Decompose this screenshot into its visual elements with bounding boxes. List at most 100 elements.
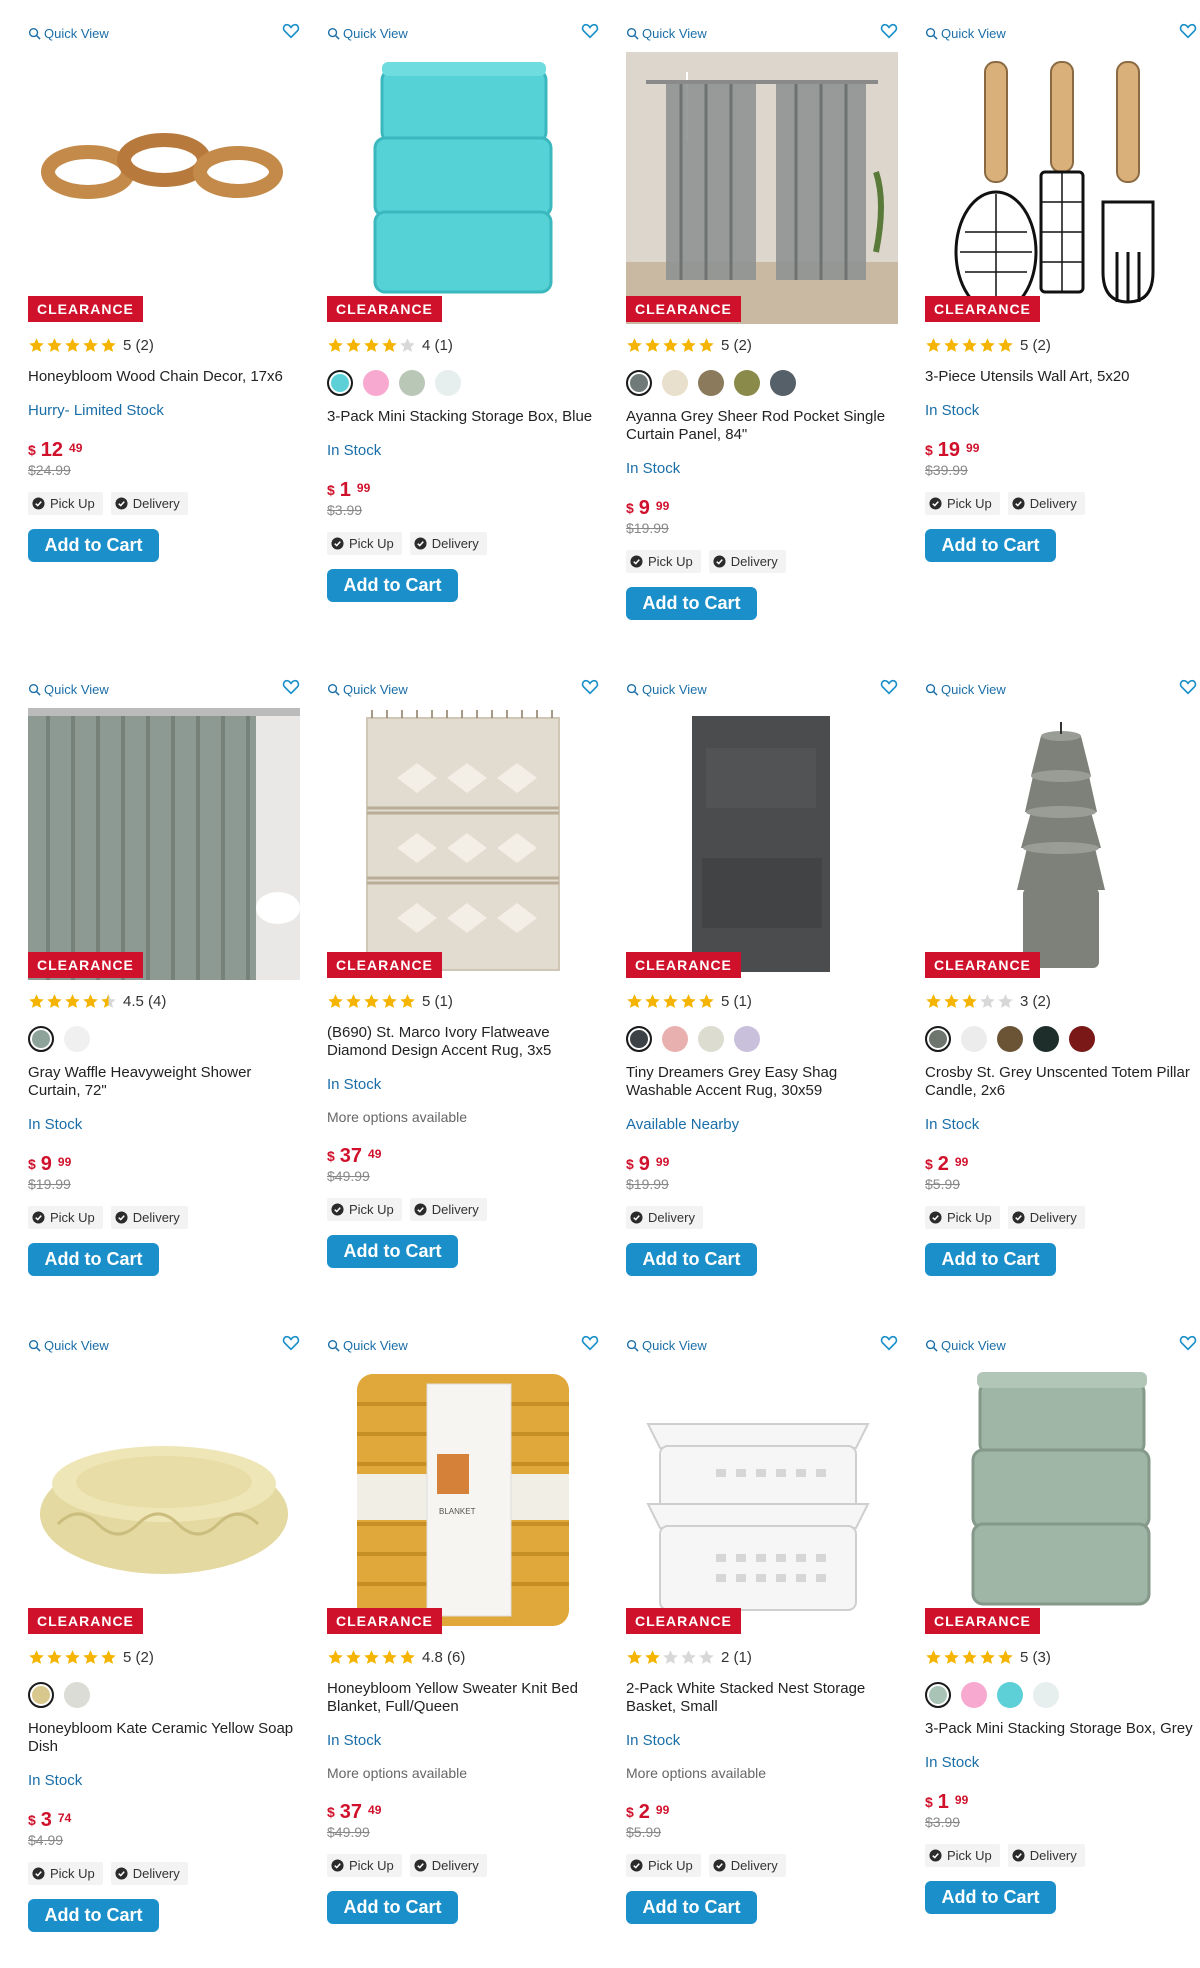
- quick-view-link[interactable]: Quick View: [925, 682, 1006, 697]
- product-image[interactable]: [626, 52, 898, 324]
- heart-icon[interactable]: [880, 678, 898, 696]
- quick-view-link[interactable]: Quick View: [28, 26, 109, 41]
- color-swatch[interactable]: [997, 1026, 1023, 1052]
- add-to-cart-button[interactable]: Add to Cart: [28, 1899, 159, 1932]
- product-title[interactable]: Tiny Dreamers Grey Easy Shag Washable Ac…: [626, 1064, 898, 1100]
- heart-icon[interactable]: [1179, 678, 1197, 696]
- heart-icon[interactable]: [581, 678, 599, 696]
- quick-view-link[interactable]: Quick View: [626, 1338, 707, 1353]
- heart-icon[interactable]: [1179, 1334, 1197, 1352]
- price-currency: $: [327, 482, 335, 498]
- product-image[interactable]: [925, 708, 1197, 980]
- heart-icon[interactable]: [282, 678, 300, 696]
- color-swatch[interactable]: [997, 1682, 1023, 1708]
- product-title[interactable]: Honeybloom Yellow Sweater Knit Bed Blank…: [327, 1680, 599, 1716]
- heart-icon[interactable]: [581, 1334, 599, 1352]
- product-image[interactable]: [327, 52, 599, 324]
- color-swatch[interactable]: [28, 1026, 54, 1052]
- color-swatch[interactable]: [961, 1026, 987, 1052]
- product-title[interactable]: 3-Piece Utensils Wall Art, 5x20: [925, 368, 1197, 386]
- add-to-cart-button[interactable]: Add to Cart: [925, 529, 1056, 562]
- color-swatch[interactable]: [734, 370, 760, 396]
- quick-view-link[interactable]: Quick View: [28, 682, 109, 697]
- color-swatch[interactable]: [64, 1026, 90, 1052]
- product-image[interactable]: [925, 52, 1197, 324]
- heart-icon[interactable]: [880, 22, 898, 40]
- product-title[interactable]: Crosby St. Grey Unscented Totem Pillar C…: [925, 1064, 1197, 1100]
- heart-icon[interactable]: [880, 1334, 898, 1352]
- heart-icon[interactable]: [581, 22, 599, 40]
- product-title[interactable]: Honeybloom Wood Chain Decor, 17x6: [28, 368, 300, 386]
- product-image[interactable]: [28, 52, 300, 324]
- color-swatch[interactable]: [626, 1026, 652, 1052]
- color-swatch[interactable]: [626, 370, 652, 396]
- add-to-cart-button[interactable]: Add to Cart: [327, 1891, 458, 1924]
- heart-icon[interactable]: [1179, 22, 1197, 40]
- color-swatch[interactable]: [1033, 1682, 1059, 1708]
- product-title[interactable]: 2-Pack White Stacked Nest Storage Basket…: [626, 1680, 898, 1716]
- color-swatch[interactable]: [662, 1026, 688, 1052]
- price-cents: 99: [954, 1155, 969, 1169]
- product-image[interactable]: [327, 708, 599, 980]
- color-swatch[interactable]: [399, 370, 425, 396]
- add-to-cart-button[interactable]: Add to Cart: [925, 1881, 1056, 1914]
- rating: 5 (1): [327, 990, 599, 1012]
- quick-view-link[interactable]: Quick View: [925, 1338, 1006, 1353]
- add-to-cart-button[interactable]: Add to Cart: [925, 1243, 1056, 1276]
- quick-view-link[interactable]: Quick View: [327, 26, 408, 41]
- check-circle-icon: [713, 555, 726, 568]
- quick-view-link[interactable]: Quick View: [327, 682, 408, 697]
- product-image[interactable]: [28, 708, 300, 980]
- product-title[interactable]: (B690) St. Marco Ivory Flatweave Diamond…: [327, 1024, 599, 1060]
- add-to-cart-button[interactable]: Add to Cart: [327, 1235, 458, 1268]
- add-to-cart-button[interactable]: Add to Cart: [28, 1243, 159, 1276]
- color-swatch[interactable]: [961, 1682, 987, 1708]
- quick-view-link[interactable]: Quick View: [626, 26, 707, 41]
- product-title[interactable]: 3-Pack Mini Stacking Storage Box, Blue: [327, 408, 599, 426]
- color-swatch[interactable]: [925, 1026, 951, 1052]
- color-swatch[interactable]: [1069, 1026, 1095, 1052]
- color-swatch[interactable]: [64, 1682, 90, 1708]
- color-swatch[interactable]: [662, 370, 688, 396]
- product-title[interactable]: Ayanna Grey Sheer Rod Pocket Single Curt…: [626, 408, 898, 444]
- more-options[interactable]: More options available: [327, 1765, 599, 1781]
- quick-view-link[interactable]: Quick View: [626, 682, 707, 697]
- color-swatch[interactable]: [698, 1026, 724, 1052]
- more-options[interactable]: More options available: [626, 1765, 898, 1781]
- product-title[interactable]: Gray Waffle Heavyweight Shower Curtain, …: [28, 1064, 300, 1100]
- quick-view-link[interactable]: Quick View: [28, 1338, 109, 1353]
- product-title[interactable]: Honeybloom Kate Ceramic Yellow Soap Dish: [28, 1720, 300, 1756]
- star-icon: [346, 337, 361, 352]
- product-image[interactable]: [626, 1364, 898, 1636]
- fulfillment-chip: Delivery: [1007, 492, 1085, 515]
- color-swatch[interactable]: [734, 1026, 760, 1052]
- add-to-cart-button[interactable]: Add to Cart: [28, 529, 159, 562]
- color-swatch[interactable]: [698, 370, 724, 396]
- quick-view-link[interactable]: Quick View: [925, 26, 1006, 41]
- heart-icon[interactable]: [282, 22, 300, 40]
- add-to-cart-button[interactable]: Add to Cart: [626, 1891, 757, 1924]
- fulfillment-label: Pick Up: [947, 1848, 992, 1863]
- product-image[interactable]: [28, 1364, 300, 1636]
- product-image[interactable]: [626, 708, 898, 980]
- add-to-cart-button[interactable]: Add to Cart: [626, 587, 757, 620]
- product-title[interactable]: 3-Pack Mini Stacking Storage Box, Grey: [925, 1720, 1197, 1738]
- color-swatch[interactable]: [435, 370, 461, 396]
- clearance-badge: CLEARANCE: [327, 296, 442, 322]
- quick-view-label: Quick View: [941, 682, 1006, 697]
- color-swatch[interactable]: [363, 370, 389, 396]
- product-image[interactable]: [925, 1364, 1197, 1636]
- color-swatch[interactable]: [327, 370, 353, 396]
- color-swatch[interactable]: [28, 1682, 54, 1708]
- color-swatch[interactable]: [770, 370, 796, 396]
- product-image[interactable]: BLANKET: [327, 1364, 599, 1636]
- color-swatch[interactable]: [1033, 1026, 1059, 1052]
- quick-view-link[interactable]: Quick View: [327, 1338, 408, 1353]
- heart-icon[interactable]: [282, 1334, 300, 1352]
- add-to-cart-button[interactable]: Add to Cart: [626, 1243, 757, 1276]
- color-swatch[interactable]: [925, 1682, 951, 1708]
- search-icon: [626, 1339, 639, 1352]
- fulfillment-label: Pick Up: [50, 496, 95, 511]
- add-to-cart-button[interactable]: Add to Cart: [327, 569, 458, 602]
- more-options[interactable]: More options available: [327, 1109, 599, 1125]
